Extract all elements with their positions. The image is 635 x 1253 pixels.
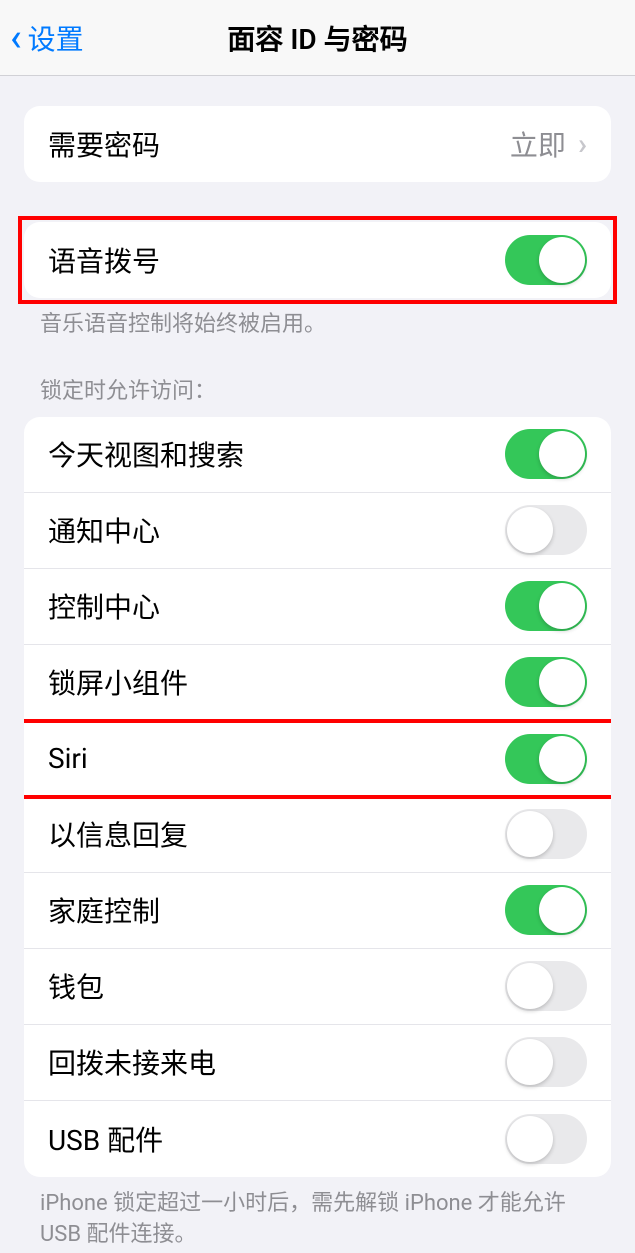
require-passcode-row[interactable]: 需要密码 立即 ›	[24, 106, 611, 182]
voice-dial-section: 语音拨号	[0, 222, 635, 298]
toggle-knob	[539, 237, 585, 283]
control-center-toggle[interactable]	[505, 581, 587, 631]
control-center-row: 控制中心	[24, 569, 611, 645]
toggle-knob	[539, 583, 585, 629]
reply-with-message-toggle[interactable]	[505, 809, 587, 859]
content-area: 需要密码 立即 › 语音拨号 音乐语音控制将始终被启用。 锁定时允许访问： 今天…	[0, 76, 635, 1250]
chevron-right-icon: ›	[578, 127, 587, 162]
usb-footer: iPhone 锁定超过一小时后，需先解锁 iPhone 才能允许USB 配件连接…	[40, 1189, 595, 1251]
toggle-knob	[507, 507, 553, 553]
require-passcode-group: 需要密码 立即 ›	[24, 106, 611, 182]
toggle-knob	[507, 811, 553, 857]
toggle-knob	[539, 736, 585, 782]
back-button[interactable]: ‹ 设置	[0, 18, 84, 58]
today-view-label: 今天视图和搜索	[48, 434, 244, 474]
voice-dial-row: 语音拨号	[24, 222, 611, 298]
control-center-label: 控制中心	[48, 586, 160, 626]
voice-dial-label: 语音拨号	[48, 240, 160, 280]
notification-center-row: 通知中心	[24, 493, 611, 569]
usb-accessories-row: USB 配件	[24, 1101, 611, 1177]
home-control-row: 家庭控制	[24, 873, 611, 949]
home-control-toggle[interactable]	[505, 885, 587, 935]
lock-access-group: 今天视图和搜索 通知中心 控制中心 锁屏小组件	[24, 417, 611, 1177]
require-passcode-label: 需要密码	[48, 124, 160, 164]
voice-dial-footer: 音乐语音控制将始终被启用。	[40, 310, 595, 341]
page-title: 面容 ID 与密码	[227, 18, 407, 58]
siri-row: Siri	[24, 721, 611, 797]
toggle-knob	[507, 1116, 553, 1162]
reply-with-message-row: 以信息回复	[24, 797, 611, 873]
wallet-row: 钱包	[24, 949, 611, 1025]
return-missed-calls-row: 回拨未接来电	[24, 1025, 611, 1101]
notification-center-label: 通知中心	[48, 510, 160, 550]
notification-center-toggle[interactable]	[505, 505, 587, 555]
siri-toggle[interactable]	[505, 734, 587, 784]
voice-dial-toggle[interactable]	[505, 235, 587, 285]
lock-screen-widgets-toggle[interactable]	[505, 657, 587, 707]
navigation-header: ‹ 设置 面容 ID 与密码	[0, 0, 635, 76]
toggle-knob	[507, 1039, 553, 1085]
today-view-row: 今天视图和搜索	[24, 417, 611, 493]
require-passcode-value: 立即	[510, 124, 566, 164]
wallet-label: 钱包	[48, 966, 104, 1006]
siri-label: Siri	[48, 742, 88, 775]
chevron-left-icon: ‹	[10, 19, 22, 57]
voice-dial-group: 语音拨号	[24, 222, 611, 298]
reply-with-message-label: 以信息回复	[48, 814, 188, 854]
toggle-knob	[507, 963, 553, 1009]
lock-section-header: 锁定时允许访问：	[40, 373, 595, 405]
require-passcode-value-wrap: 立即 ›	[510, 124, 587, 164]
lock-screen-widgets-label: 锁屏小组件	[48, 662, 188, 702]
toggle-knob	[539, 887, 585, 933]
wallet-toggle[interactable]	[505, 961, 587, 1011]
toggle-knob	[539, 431, 585, 477]
home-control-label: 家庭控制	[48, 890, 160, 930]
usb-accessories-label: USB 配件	[48, 1119, 163, 1159]
usb-accessories-toggle[interactable]	[505, 1114, 587, 1164]
return-missed-calls-toggle[interactable]	[505, 1037, 587, 1087]
today-view-toggle[interactable]	[505, 429, 587, 479]
lock-screen-widgets-row: 锁屏小组件	[24, 645, 611, 721]
toggle-knob	[539, 659, 585, 705]
return-missed-calls-label: 回拨未接来电	[48, 1042, 216, 1082]
back-label: 设置	[28, 18, 84, 58]
